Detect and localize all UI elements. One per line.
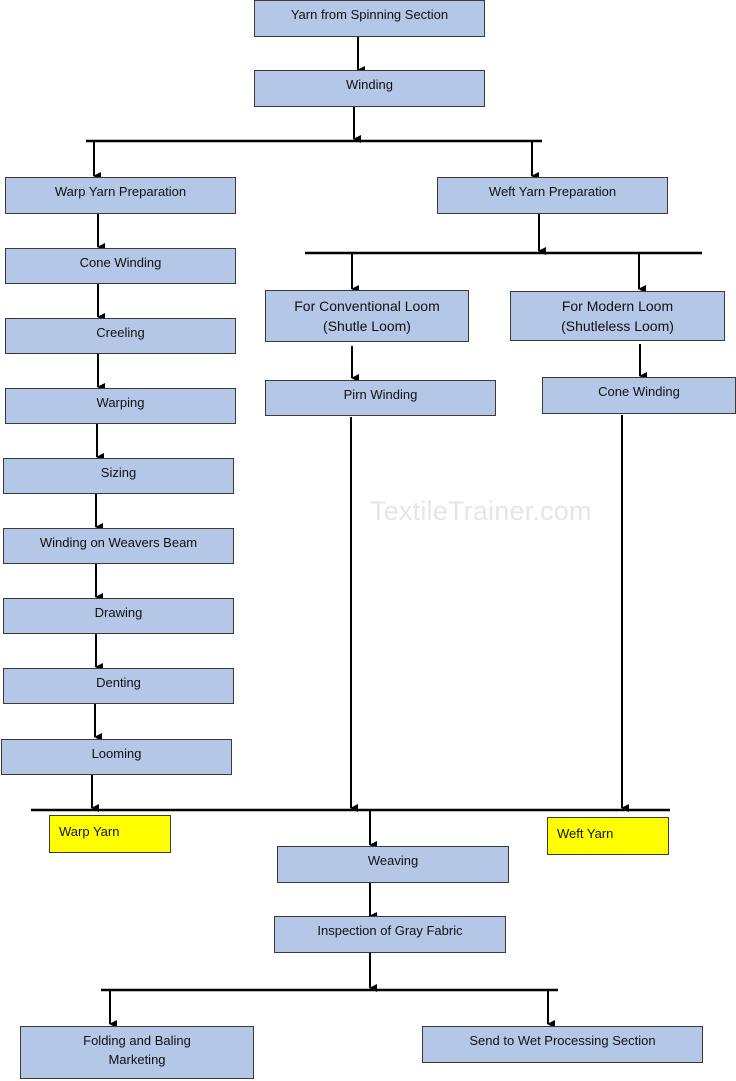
node-inspection: Inspection of Gray Fabric (274, 916, 506, 953)
label-weft-yarn: Weft Yarn (547, 817, 669, 855)
node-warp-step: Creeling (5, 318, 236, 354)
node-warp-step: Cone Winding (5, 248, 236, 284)
node-weft-yarn-preparation: Weft Yarn Preparation (437, 177, 668, 214)
node-warp-step: Sizing (3, 458, 234, 494)
node-wet-processing: Send to Wet Processing Section (422, 1026, 703, 1063)
watermark: TextileTrainer.com (370, 496, 592, 526)
node-winding: Winding (254, 70, 485, 107)
node-conventional-loom: For Conventional Loom (Shutle Loom) (265, 290, 469, 342)
node-pirn-winding: Pirn Winding (265, 380, 496, 416)
node-warp-step: Warping (5, 388, 236, 424)
node-warp-step: Denting (3, 668, 234, 704)
node-weaving: Weaving (277, 846, 509, 883)
node-weft-cone-winding: Cone Winding (542, 377, 736, 414)
node-warp-step: Drawing (3, 598, 234, 634)
node-warp-yarn-preparation: Warp Yarn Preparation (5, 177, 236, 214)
node-yarn-from-spinning: Yarn from Spinning Section (254, 0, 485, 37)
label-warp-yarn: Warp Yarn (49, 815, 171, 853)
node-folding-baling-marketing: Folding and Baling Marketing (20, 1026, 254, 1079)
node-warp-step: Winding on Weavers Beam (3, 528, 234, 564)
node-modern-loom: For Modern Loom (Shutleless Loom) (510, 291, 725, 341)
node-warp-step: Looming (1, 739, 232, 775)
